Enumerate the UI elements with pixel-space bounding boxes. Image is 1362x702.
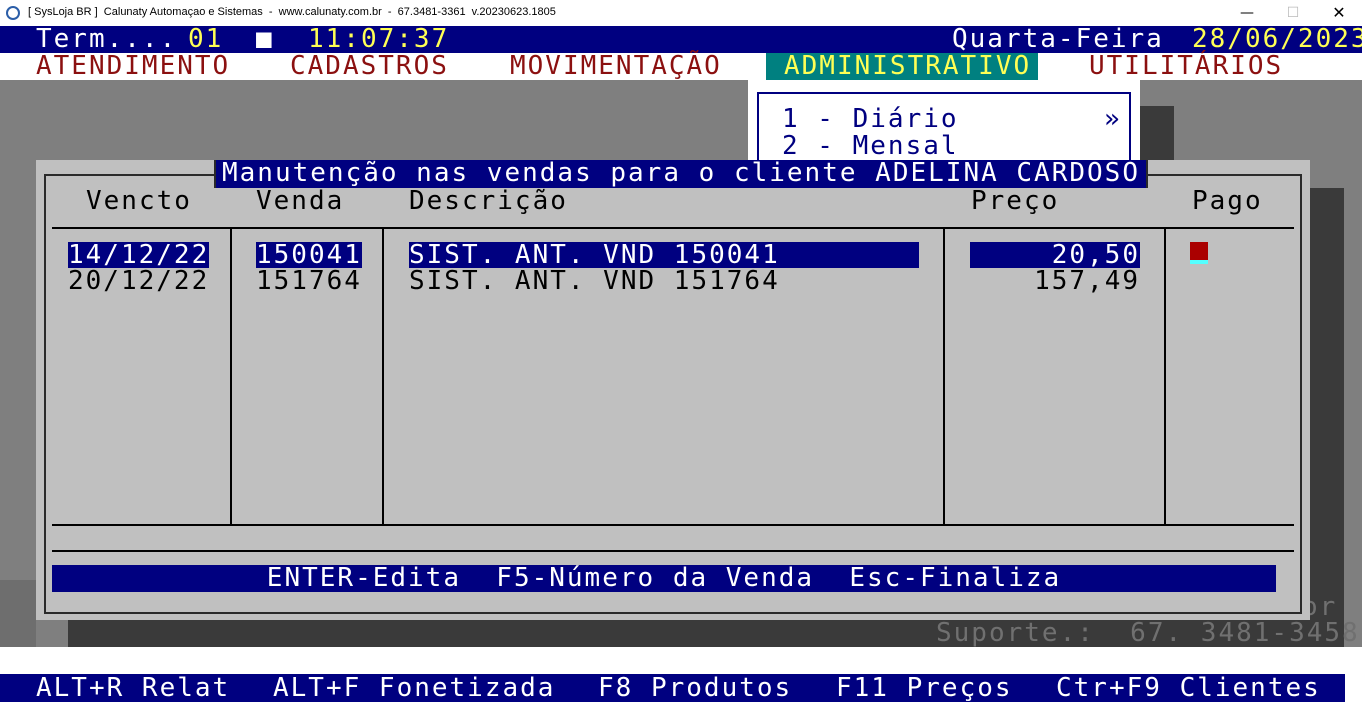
window-title: [ SysLoja BR ] Calunaty Automaçao e Sist…: [28, 6, 556, 18]
row2-vencto[interactable]: 20/12/22: [68, 268, 209, 294]
dialog-shortcuts-bar: ENTER-Edita F5-Número da Venda Esc-Final…: [52, 565, 1276, 592]
menu-movimentacao[interactable]: MOVIMENTAÇÃO: [492, 53, 740, 80]
menu-shadow: [1140, 106, 1174, 166]
column-header-pago: Pago: [1192, 186, 1263, 216]
clock: 11:07:37: [308, 24, 450, 54]
minimize-button[interactable]: —: [1224, 0, 1270, 26]
column-divider: [1164, 228, 1166, 525]
window-titlebar: [ SysLoja BR ] Calunaty Automaçao e Sist…: [0, 0, 1362, 26]
sales-maintenance-dialog: Manutenção nas vendas para o cliente ADE…: [36, 160, 1310, 620]
menu-atendimento[interactable]: ATENDIMENTO: [18, 53, 248, 80]
menu-cadastros[interactable]: CADASTROS: [272, 53, 467, 80]
row2-descricao[interactable]: SIST. ANT. VND 151764: [409, 268, 780, 294]
date: 28/06/2023: [1192, 24, 1362, 54]
column-header-venda: Venda: [256, 186, 345, 216]
menu-administrativo[interactable]: ADMINISTRATIVO: [766, 53, 1038, 80]
column-header-descricao: Descrição: [409, 186, 568, 216]
hotkey-clientes[interactable]: Ctr+F9 Clientes: [1056, 675, 1321, 701]
app-icon: [6, 6, 20, 20]
column-divider: [382, 228, 384, 525]
row1-preco[interactable]: 20,50: [970, 242, 1140, 268]
hotkey-fonetizada[interactable]: ALT+F Fonetizada: [273, 675, 555, 701]
dropdown-item-mensal[interactable]: 2 - Mensal: [782, 133, 959, 159]
row1-descricao[interactable]: SIST. ANT. VND 150041: [409, 242, 919, 268]
bottom-spacer: [0, 647, 1362, 674]
maximize-button[interactable]: ☐: [1270, 0, 1316, 26]
dialog-shadow-right: [1310, 188, 1344, 647]
weekday: Quarta-Feira: [952, 24, 1164, 54]
hotkey-produtos[interactable]: F8 Produtos: [598, 675, 792, 701]
terminal-label: Term....: [36, 24, 178, 54]
column-header-preco: Preço: [971, 186, 1060, 216]
terminal-number: 01: [188, 24, 224, 54]
hotkey-relat[interactable]: ALT+R Relat: [36, 675, 230, 701]
column-divider: [943, 228, 945, 525]
close-button[interactable]: ✕: [1316, 0, 1362, 26]
footer-divider: [52, 550, 1294, 552]
header-divider: [52, 227, 1294, 229]
row2-venda[interactable]: 151764: [256, 268, 362, 294]
menu-utilitarios[interactable]: UTILITÁRIOS: [1071, 53, 1301, 80]
submenu-arrow-icon: »: [1104, 104, 1122, 134]
status-bar: Term.... 01 ■ 11:07:37 Quarta-Feira 28/0…: [0, 26, 1362, 53]
dialog-title: Manutenção nas vendas para o cliente ADE…: [214, 160, 1148, 188]
row2-preco[interactable]: 157,49: [970, 268, 1140, 294]
administrativo-dropdown: 1 - Diário » 2 - Mensal: [748, 80, 1140, 178]
row1-vencto[interactable]: 14/12/22: [68, 242, 210, 268]
support-phone: Suporte.: 67. 3481-3458: [936, 618, 1360, 648]
column-header-vencto: Vencto: [86, 186, 192, 216]
row1-venda[interactable]: 150041: [256, 242, 362, 268]
column-divider: [230, 228, 232, 525]
hotkeys-bar: ALT+R Relat ALT+F Fonetizada F8 Produtos…: [0, 674, 1345, 702]
background-panel: [0, 580, 36, 647]
row1-pago-checkbox[interactable]: [1190, 242, 1208, 264]
dropdown-item-diario[interactable]: 1 - Diário: [782, 106, 959, 132]
hotkey-precos[interactable]: F11 Preços: [836, 675, 1013, 701]
status-indicator: ■: [256, 24, 274, 54]
main-menu: ATENDIMENTO CADASTROS MOVIMENTAÇÃO ADMIN…: [0, 53, 1362, 80]
table-bottom-divider: [52, 524, 1294, 526]
